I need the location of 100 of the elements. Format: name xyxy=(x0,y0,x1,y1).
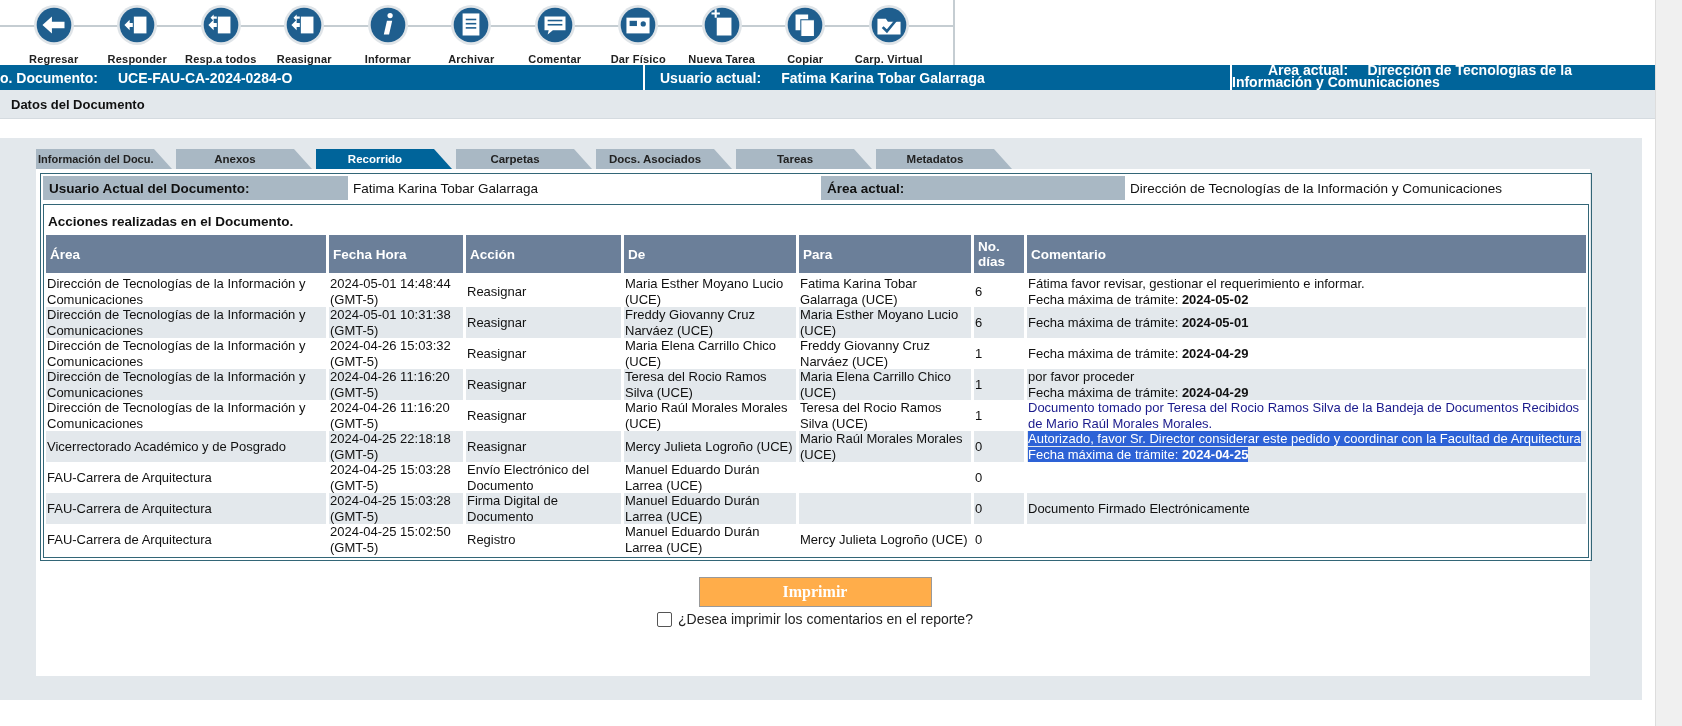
field-label: Área actual: xyxy=(821,176,1125,200)
current-area: Area actual: Dirección de Tecnologías de la Información y Comunicaciones xyxy=(1232,65,1655,88)
column-header: Fecha Hora xyxy=(329,235,463,276)
table-cell: 2024-05-01 10:31:38 (GMT-5) xyxy=(329,307,463,338)
table-cell-text: Registro xyxy=(466,530,517,549)
column-header: No. días xyxy=(974,235,1024,276)
table-cell: Mercy Julieta Logroño (UCE) xyxy=(624,431,796,462)
table-cell: Maria Elena Carrillo Chico (UCE) xyxy=(799,369,971,400)
table-cell: 2024-04-25 15:03:28 (GMT-5) xyxy=(329,493,463,524)
table-cell-text: Manuel Eduardo Durán Larrea (UCE) xyxy=(624,462,761,493)
actions-title: Acciones realizadas en el Documento. xyxy=(47,213,295,231)
toolbar-button[interactable]: Carp. Virtual xyxy=(847,0,931,65)
comment-icon xyxy=(533,4,576,46)
comment-cell: por favor proceder Fecha máxima de trámite: 2024-04-29 xyxy=(1027,369,1586,400)
user-label: Usuario actual: xyxy=(660,69,762,86)
table-cell: 0 xyxy=(974,493,1024,524)
comment-cell: Fecha máxima de trámite: 2024-05-01 xyxy=(1027,307,1586,338)
comment-cell-text: Fecha máxima de trámite: 2024-04-29 xyxy=(1027,344,1250,363)
table-cell-text: FAU-Carrera de Arquitectura xyxy=(46,468,213,487)
comment-cell: Autorizado, favor Sr. Director considerar este pedido y coordinar con la Facultad de Arquitectura Fecha máxima de trámite: 2024-04-25 xyxy=(1027,431,1586,462)
toolbar-button[interactable]: Nueva Tarea xyxy=(680,0,764,65)
table-cell: 6 xyxy=(974,307,1024,338)
table-cell-text: Mario Raúl Morales Morales (UCE) xyxy=(624,400,789,431)
field-label: Usuario Actual del Documento: xyxy=(43,176,348,200)
table-cell-text: 1 xyxy=(974,406,984,425)
table-cell-text: 2024-05-01 14:48:44 (GMT-5) xyxy=(329,276,452,307)
column-header: Comentario xyxy=(1027,235,1586,276)
table-cell-text: 6 xyxy=(974,282,984,301)
table-cell: FAU-Carrera de Arquitectura xyxy=(46,493,326,524)
table-cell: 2024-04-25 22:18:18 (GMT-5) xyxy=(329,431,463,462)
copy-icon xyxy=(784,4,827,46)
table-cell: Dirección de Tecnologías de la Información y Comunicaciones xyxy=(46,369,326,400)
comment-cell-text: Documento tomado por Teresa del Rocio Ramos Silva de la Bandeja de Documentos Recibidos de Mario Raúl Morales Morales. xyxy=(1027,400,1581,431)
checkbox[interactable] xyxy=(657,611,673,627)
table-cell-text: Reasignar xyxy=(466,282,528,301)
table-cell: Teresa del Rocio Ramos Silva (UCE) xyxy=(624,369,796,400)
table-cell-text: Reasignar xyxy=(466,344,528,363)
current-user: Fatima Karina Tobar Galarraga xyxy=(781,69,985,86)
toolbar-button[interactable]: Dar Físico xyxy=(596,0,680,65)
tab[interactable]: Información del Docu. xyxy=(36,149,172,169)
toolbar-button[interactable]: Archivar xyxy=(429,0,513,65)
toolbar-button[interactable]: Informar xyxy=(346,0,430,65)
table-cell-text: Fatima Karina Tobar Galarraga (UCE) xyxy=(799,276,918,307)
reassign-icon xyxy=(283,4,326,46)
table-cell: 2024-04-26 11:16:20 (GMT-5) xyxy=(329,369,463,400)
table-cell-text: Dirección de Tecnologías de la Información y Comunicaciones xyxy=(46,400,307,431)
table-cell-text: 2024-04-25 15:03:28 (GMT-5) xyxy=(329,462,452,493)
table-cell-text: Manuel Eduardo Durán Larrea (UCE) xyxy=(624,524,761,555)
checkbox-label: ¿Desea imprimir los comentarios en el reporte? xyxy=(678,611,973,627)
document-label: o. Documento: xyxy=(0,69,98,86)
table-cell: Mario Raúl Morales Morales (UCE) xyxy=(799,431,971,462)
tab[interactable]: Docs. Asociados xyxy=(596,149,732,169)
table-cell: Vicerrectorado Académico y de Posgrado xyxy=(46,431,326,462)
table-cell: Dirección de Tecnologías de la Información y Comunicaciones xyxy=(46,307,326,338)
document-number: UCE-FAU-CA-2024-0284-O xyxy=(118,69,293,86)
table-cell-text: Maria Esther Moyano Lucio (UCE) xyxy=(624,276,785,307)
table-cell: 0 xyxy=(974,431,1024,462)
toolbar-button[interactable]: Comentar xyxy=(513,0,597,65)
table-cell-text: 2024-04-26 15:03:32 (GMT-5) xyxy=(329,338,452,369)
table-cell-text: Envío Electrónico del Documento xyxy=(466,462,591,493)
tab[interactable]: Tareas xyxy=(736,149,872,169)
column-header: Área xyxy=(46,235,326,276)
tab[interactable]: Recorrido xyxy=(316,149,452,169)
table-cell-text: Maria Elena Carrillo Chico (UCE) xyxy=(624,338,777,369)
tab[interactable]: Carpetas xyxy=(456,149,592,169)
comment-cell: Documento Firmado Electrónicamente xyxy=(1027,493,1586,524)
table-cell: Firma Digital de Documento xyxy=(466,493,621,524)
tab[interactable]: Metadatos xyxy=(876,149,1012,169)
tab[interactable]: Anexos xyxy=(176,149,312,169)
info-icon xyxy=(366,4,409,46)
table-cell-text: Dirección de Tecnologías de la Información y Comunicaciones xyxy=(46,276,307,307)
toolbar-button[interactable]: Copiar xyxy=(763,0,847,65)
card-icon xyxy=(617,4,660,46)
field-value: Fatima Karina Tobar Galarraga xyxy=(352,179,540,198)
toolbar-button[interactable]: Regresar xyxy=(12,0,96,65)
scrollbar[interactable] xyxy=(1655,0,1682,726)
table-cell-text: Dirección de Tecnologías de la Información y Comunicaciones xyxy=(46,338,307,369)
folder-icon xyxy=(867,4,910,46)
toolbar-button[interactable]: Resp.a todos xyxy=(179,0,263,65)
column-header: Acción xyxy=(466,235,621,276)
table-cell: Reasignar xyxy=(466,307,621,338)
table-cell: Reasignar xyxy=(466,431,621,462)
table-cell-text: 0 xyxy=(974,530,984,549)
table-cell-text: 0 xyxy=(974,468,984,487)
column-header: De xyxy=(624,235,796,276)
table-cell: 1 xyxy=(974,369,1024,400)
table-cell: Maria Esther Moyano Lucio (UCE) xyxy=(799,307,971,338)
toolbar-button[interactable]: Responder xyxy=(95,0,179,65)
comment-cell-text: Fátima favor revisar, gestionar el requerimiento e informar. Fecha máxima de trámite: 2024-05-02 xyxy=(1027,276,1366,307)
section-title: Datos del Documento xyxy=(11,96,145,112)
toolbar-button[interactable]: Reasignar xyxy=(262,0,346,65)
new-task-icon xyxy=(700,4,743,46)
table-cell-text: 2024-04-26 11:16:20 (GMT-5) xyxy=(329,400,451,431)
table-cell-text: Reasignar xyxy=(466,406,528,425)
table-cell-text: Freddy Giovanny Cruz Narváez (UCE) xyxy=(799,338,932,369)
table-cell-text: 2024-04-25 15:02:50 (GMT-5) xyxy=(329,524,452,555)
field-value: Dirección de Tecnologías de la Información y Comunicaciones xyxy=(1129,179,1502,198)
table-cell: Reasignar xyxy=(466,369,621,400)
table-cell-text: Teresa del Rocio Ramos Silva (UCE) xyxy=(799,400,943,431)
reply-icon xyxy=(116,4,159,46)
